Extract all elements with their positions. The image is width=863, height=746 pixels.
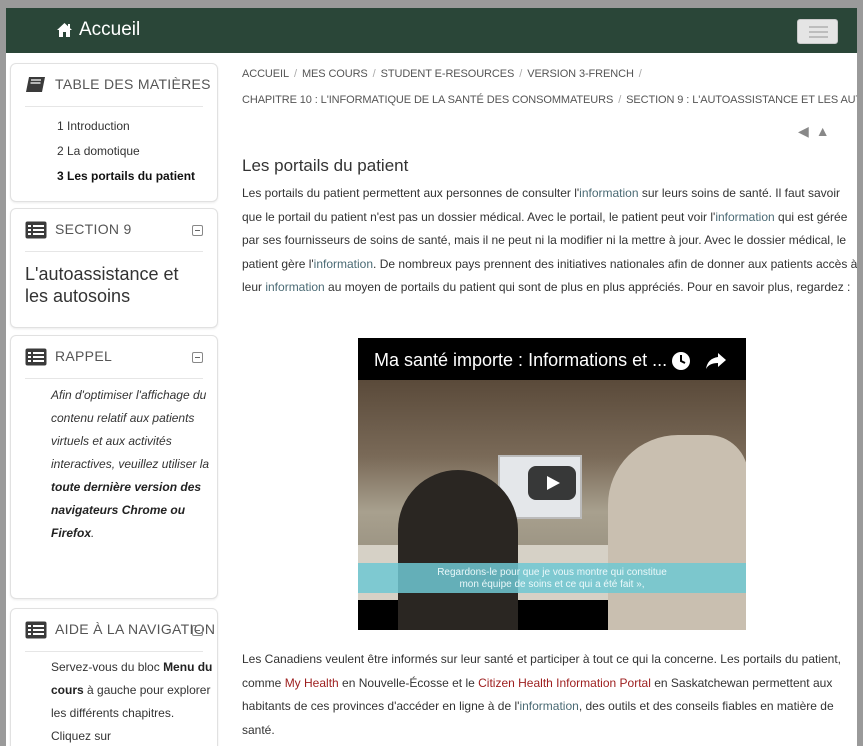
video-caption: Regardons-le pour que je vous montre qui… xyxy=(358,563,746,593)
nav-help-header: AIDE À LA NAVIGATION xyxy=(25,609,215,652)
breadcrumb: ACCUEIL / MES COURS / STUDENT E-RESOURCES / VE… xyxy=(242,68,647,80)
toc-header: TABLE DES MATIÈRES xyxy=(25,64,211,107)
list-icon xyxy=(25,621,47,639)
video-title[interactable]: Ma santé importe : Informations et ... xyxy=(374,350,667,371)
nav-help-text-1: Servez-vous du bloc xyxy=(51,660,164,674)
breadcrumb-separator: / xyxy=(293,68,297,80)
toc-title: TABLE DES MATIÈRES xyxy=(55,76,211,92)
watch-later-icon[interactable] xyxy=(671,351,691,371)
hamburger-icon-bar xyxy=(809,31,828,33)
rappel-text: Afin d'optimiser l'affichage du contenu … xyxy=(51,384,211,545)
breadcrumb-link[interactable]: STUDENT E-RESOURCES xyxy=(381,68,515,80)
paragraph-2: Les Canadiens veulent être informés sur … xyxy=(242,648,857,742)
hamburger-icon-bar xyxy=(809,36,828,38)
glossary-link[interactable]: information xyxy=(314,257,373,271)
breadcrumb-link[interactable]: CHAPITRE 10 : L'INFORMATIQUE DE LA SANTÉ… xyxy=(242,94,613,106)
breadcrumb-separator: / xyxy=(519,68,523,80)
breadcrumb-link[interactable]: ACCUEIL xyxy=(242,68,289,80)
external-link[interactable]: My Health xyxy=(285,676,339,690)
previous-arrow-icon[interactable]: ◀ xyxy=(798,124,809,138)
nav-help-panel: AIDE À LA NAVIGATION Servez-vous du bloc… xyxy=(10,608,218,746)
video-scene-person xyxy=(398,470,518,630)
glossary-link[interactable]: information xyxy=(579,186,638,200)
glossary-link[interactable]: information xyxy=(265,280,324,294)
top-navbar: Accueil xyxy=(6,8,857,53)
play-button-icon[interactable] xyxy=(528,466,576,500)
caption-line: mon équipe de soins et ce qui a été fait… xyxy=(459,579,645,590)
toc-item[interactable]: 2 La domotique xyxy=(57,144,140,158)
page: Accueil TABLE DES MATIÈRES 1 Introductio… xyxy=(6,8,857,746)
video-scene-person xyxy=(608,435,746,630)
list-icon xyxy=(25,221,47,239)
share-icon[interactable] xyxy=(705,352,727,370)
breadcrumb-link[interactable]: MES COURS xyxy=(302,68,368,80)
breadcrumb-link[interactable]: VERSION 3-FRENCH xyxy=(527,68,634,80)
up-arrow-icon[interactable]: ▲ xyxy=(816,124,830,138)
page-nav-arrows: ◀ ▲ xyxy=(798,124,830,138)
home-label: Accueil xyxy=(79,19,141,40)
breadcrumb-line-2: CHAPITRE 10 : L'INFORMATIQUE DE LA SANTÉ… xyxy=(242,94,857,106)
caption-line: Regardons-le pour que je vous montre qui… xyxy=(437,567,667,578)
hamburger-icon xyxy=(809,26,828,28)
collapse-icon[interactable] xyxy=(192,625,203,636)
toc-item[interactable]: 1 Introduction xyxy=(57,119,130,133)
rappel-header: RAPPEL xyxy=(25,336,203,379)
section-name: L'autoassistance et les autosoins xyxy=(25,264,179,306)
breadcrumb-separator: / xyxy=(638,68,642,80)
text: Les portails du patient permettent aux p… xyxy=(242,186,580,200)
toc-panel: TABLE DES MATIÈRES 1 Introduction 2 La d… xyxy=(10,63,218,202)
collapse-icon[interactable] xyxy=(192,352,203,363)
video-player[interactable]: Ma santé importe : Informations et ... R… xyxy=(358,338,746,630)
list-icon xyxy=(25,348,47,366)
rappel-text-end: . xyxy=(91,526,95,540)
external-link[interactable]: Citizen Health Information Portal xyxy=(478,676,651,690)
text: en Nouvelle-Écosse et le xyxy=(338,675,479,690)
breadcrumb-separator: / xyxy=(618,94,622,106)
collapse-icon[interactable] xyxy=(192,225,203,236)
section-header: SECTION 9 xyxy=(25,209,203,252)
section-title: SECTION 9 xyxy=(55,221,132,237)
glossary-link[interactable]: information xyxy=(715,210,774,224)
glossary-link[interactable]: information xyxy=(519,699,578,713)
page-title: Les portails du patient xyxy=(242,156,409,175)
paragraph-1: Les portails du patient permettent aux p… xyxy=(242,182,857,300)
breadcrumb-separator: / xyxy=(372,68,376,80)
rappel-text-bold: toute dernière version des navigateurs C… xyxy=(51,480,202,540)
menu-toggle-button[interactable] xyxy=(797,19,838,44)
text: au moyen de portails du patient qui sont… xyxy=(324,280,851,294)
breadcrumb-link[interactable]: SECTION 9 : L'AUTOASSISTANCE ET LES AUTO… xyxy=(626,94,857,106)
rappel-panel: RAPPEL Afin d'optimiser l'affichage du c… xyxy=(10,335,218,599)
rappel-text-a: Afin d'optimiser l'affichage du contenu … xyxy=(51,388,210,471)
section-panel: SECTION 9 L'autoassistance et les autoso… xyxy=(10,208,218,328)
home-icon xyxy=(57,23,72,37)
home-link[interactable]: Accueil xyxy=(56,17,140,43)
toc-item-active[interactable]: 3 Les portails du patient xyxy=(57,169,195,183)
nav-help-text: Servez-vous du bloc Menu du cours à gauc… xyxy=(51,656,213,746)
book-icon xyxy=(26,77,45,92)
rappel-title: RAPPEL xyxy=(55,348,113,364)
